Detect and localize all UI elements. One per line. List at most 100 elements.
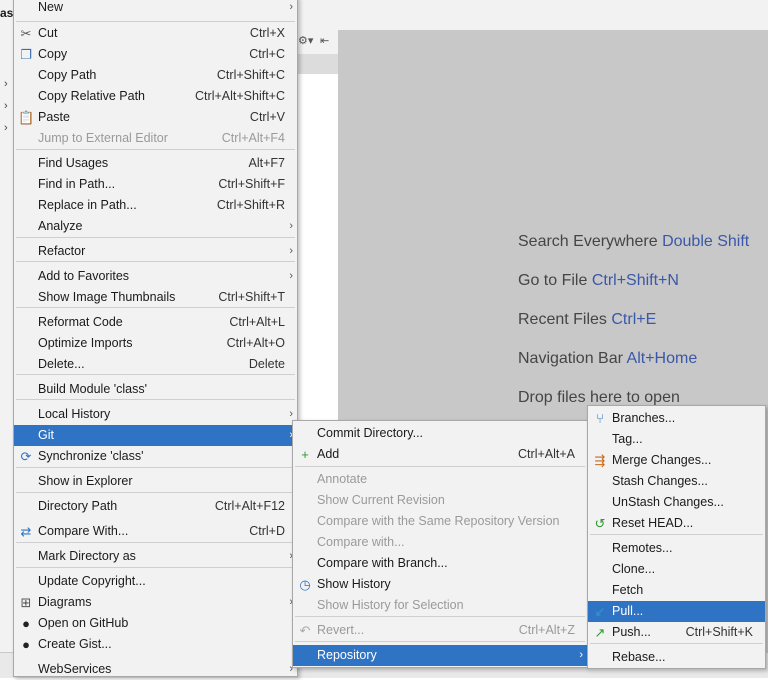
repo-menu-item-remotes[interactable]: Remotes... bbox=[588, 538, 765, 559]
settings-icon[interactable]: ⚙▾ bbox=[298, 34, 313, 47]
editor-hint: Recent Files Ctrl+E bbox=[518, 311, 656, 329]
repo-menu-item-clone[interactable]: Clone... bbox=[588, 559, 765, 580]
menu-item-label: Commit Directory... bbox=[317, 426, 424, 440]
context-menu-item-create-gist[interactable]: ● Create Gist... bbox=[14, 634, 297, 655]
repo-menu-item-tag[interactable]: Tag... bbox=[588, 429, 765, 450]
menu-item-label: UnStash Changes... bbox=[612, 495, 724, 509]
context-menu-item-find-in-path[interactable]: Find in Path... Ctrl+Shift+F bbox=[14, 174, 297, 195]
context-menu-item-copy[interactable]: ❐ Copy Ctrl+C bbox=[14, 44, 297, 65]
context-menu-item-copy-path[interactable]: Copy Path Ctrl+Shift+C bbox=[14, 65, 297, 86]
context-menu-item-cut[interactable]: ✂ Cut Ctrl+X bbox=[14, 23, 297, 44]
project-title: as bbox=[0, 6, 14, 20]
git-menu-item-compare-with[interactable]: Compare with... bbox=[293, 532, 587, 553]
menu-item-label: Tag... bbox=[612, 432, 643, 446]
repo-menu-item-fetch[interactable]: Fetch bbox=[588, 580, 765, 601]
scissors-icon: ✂ bbox=[20, 26, 32, 41]
git-menu-item-show-history-for-selection[interactable]: Show History for Selection bbox=[293, 595, 587, 616]
menu-item-shortcut: Ctrl+Alt+Shift+C bbox=[195, 89, 285, 103]
context-menu-item-open-on-github[interactable]: ● Open on GitHub bbox=[14, 613, 297, 634]
git-menu-item-commit-directory[interactable]: Commit Directory... bbox=[293, 423, 587, 444]
context-menu: New › ✂ Cut Ctrl+X ❐ Copy Ctrl+C Copy Path Ctrl+S… bbox=[13, 0, 298, 677]
context-menu-item-update-copyright[interactable]: Update Copyright... bbox=[14, 571, 297, 592]
menu-item-label: Annotate bbox=[317, 472, 368, 486]
revert-icon: ↶ bbox=[299, 623, 311, 638]
menu-item-label: Revert... bbox=[317, 623, 365, 637]
menu-item-shortcut: Ctrl+C bbox=[249, 47, 285, 61]
context-menu-item-directory-path[interactable]: Directory Path Ctrl+Alt+F12 bbox=[14, 496, 297, 517]
git-menu-item-show-current-revision[interactable]: Show Current Revision bbox=[293, 490, 587, 511]
repo-menu-item-rebase[interactable]: Rebase... bbox=[588, 647, 765, 668]
menu-item-shortcut: Ctrl+Alt+F12 bbox=[214, 499, 285, 513]
context-menu-item-show-in-explorer[interactable]: Show in Explorer bbox=[14, 471, 297, 492]
git-menu-item-compare-with-the-same-repository-version[interactable]: Compare with the Same Repository Version bbox=[293, 511, 587, 532]
context-menu-item-copy-relative-path[interactable]: Copy Relative Path Ctrl+Alt+Shift+C bbox=[14, 86, 297, 107]
menu-separator bbox=[16, 492, 295, 493]
repo-menu-item-push[interactable]: ↗ Push... Ctrl+Shift+K bbox=[588, 622, 765, 643]
menu-separator bbox=[590, 534, 763, 535]
menu-item-label: Create Gist... bbox=[38, 637, 112, 651]
context-menu-item-replace-in-path[interactable]: Replace in Path... Ctrl+Shift+R bbox=[14, 195, 297, 216]
context-menu-item-reformat-code[interactable]: Reformat Code Ctrl+Alt+L bbox=[14, 312, 297, 333]
context-menu-item-find-usages[interactable]: Find Usages Alt+F7 bbox=[14, 153, 297, 174]
context-menu-item-optimize-imports[interactable]: Optimize Imports Ctrl+Alt+O bbox=[14, 333, 297, 354]
menu-item-label: Diagrams bbox=[38, 595, 92, 609]
hint-text: Go to File bbox=[518, 272, 588, 289]
menu-separator bbox=[295, 466, 585, 467]
menu-item-label: Compare with the Same Repository Version bbox=[317, 514, 560, 528]
expand-arrow-icon[interactable]: › bbox=[4, 122, 8, 134]
context-menu-item-add-to-favorites[interactable]: Add to Favorites › bbox=[14, 266, 297, 287]
menu-item-label: Optimize Imports bbox=[38, 336, 133, 350]
repo-menu-item-pull[interactable]: ↙ Pull... bbox=[588, 601, 765, 622]
context-menu-item-jump-to-external-editor[interactable]: Jump to External Editor Ctrl+Alt+F4 bbox=[14, 128, 297, 149]
context-menu-item-new[interactable]: New › bbox=[14, 0, 297, 18]
menu-item-label: Add bbox=[317, 447, 340, 461]
context-menu-item-mark-directory-as[interactable]: Mark Directory as› bbox=[14, 546, 297, 567]
collapse-icon[interactable]: ⇤ bbox=[320, 34, 329, 47]
menu-item-shortcut: Ctrl+Alt+A bbox=[518, 447, 575, 461]
repo-menu-item-reset-head[interactable]: ↺ Reset HEAD... bbox=[588, 513, 765, 534]
expand-arrow-icon[interactable]: › bbox=[4, 100, 8, 112]
git-menu-item-revert[interactable]: ↶ Revert... Ctrl+Alt+Z bbox=[293, 620, 587, 641]
menu-separator bbox=[16, 542, 295, 543]
paste-icon: 📋 bbox=[18, 110, 35, 125]
repo-menu-item-stash-changes[interactable]: Stash Changes... bbox=[588, 471, 765, 492]
context-menu-item-local-history[interactable]: Local History › bbox=[14, 404, 297, 425]
menu-separator bbox=[16, 307, 295, 308]
menu-item-label: Clone... bbox=[612, 562, 656, 576]
menu-item-label: Copy bbox=[38, 47, 68, 61]
context-menu-item-build-module-class[interactable]: Build Module 'class' bbox=[14, 379, 297, 400]
repo-menu-item-unstash-changes[interactable]: UnStash Changes... bbox=[588, 492, 765, 513]
context-menu-item-synchronize-class[interactable]: ⟳ Synchronize 'class' bbox=[14, 446, 297, 467]
diagram-icon: ⊞ bbox=[20, 595, 32, 610]
context-menu-item-refactor[interactable]: Refactor › bbox=[14, 241, 297, 262]
expand-arrow-icon[interactable]: › bbox=[4, 78, 8, 90]
context-menu-item-diagrams[interactable]: ⊞Diagrams› bbox=[14, 592, 297, 613]
menu-item-label: Compare with Branch... bbox=[317, 556, 448, 570]
menu-separator bbox=[16, 261, 295, 262]
git-menu-item-annotate[interactable]: Annotate bbox=[293, 469, 587, 490]
menu-item-shortcut: Ctrl+Shift+R bbox=[216, 198, 285, 212]
context-menu-item-paste[interactable]: 📋 Paste Ctrl+V bbox=[14, 107, 297, 128]
git-menu-item-compare-with-branch[interactable]: Compare with Branch... bbox=[293, 553, 587, 574]
context-menu-item-compare-with[interactable]: ⇄ Compare With... Ctrl+D bbox=[14, 521, 297, 542]
git-menu-item-add[interactable]: + Add Ctrl+Alt+A bbox=[293, 444, 587, 465]
context-menu-item-show-image-thumbnails[interactable]: Show Image Thumbnails Ctrl+Shift+T bbox=[14, 287, 297, 308]
menu-item-label: Show Image Thumbnails bbox=[38, 290, 176, 304]
context-menu-item-delete[interactable]: Delete... Delete bbox=[14, 354, 297, 375]
context-menu-item-git[interactable]: Git› bbox=[14, 425, 297, 446]
repo-menu-item-branches[interactable]: ⑂ Branches... bbox=[588, 408, 765, 429]
menu-separator bbox=[295, 616, 585, 617]
context-menu-item-analyze[interactable]: Analyze › bbox=[14, 216, 297, 237]
menu-item-shortcut: Ctrl+D bbox=[249, 524, 285, 538]
repo-menu-item-merge-changes[interactable]: ⇶ Merge Changes... bbox=[588, 450, 765, 471]
project-tab bbox=[296, 54, 338, 74]
menu-item-label: Jump to External Editor bbox=[38, 131, 168, 145]
editor-hint: Go to File Ctrl+Shift+N bbox=[518, 272, 679, 290]
sync-icon: ⟳ bbox=[20, 449, 32, 464]
menu-separator bbox=[590, 643, 763, 644]
git-menu-item-repository[interactable]: Repository › bbox=[293, 645, 587, 666]
menu-item-label: Show in Explorer bbox=[38, 474, 133, 488]
menu-item-label: Cut bbox=[38, 26, 58, 40]
menu-item-label: Git bbox=[38, 428, 54, 442]
git-menu-item-show-history[interactable]: ◷ Show History bbox=[293, 574, 587, 595]
